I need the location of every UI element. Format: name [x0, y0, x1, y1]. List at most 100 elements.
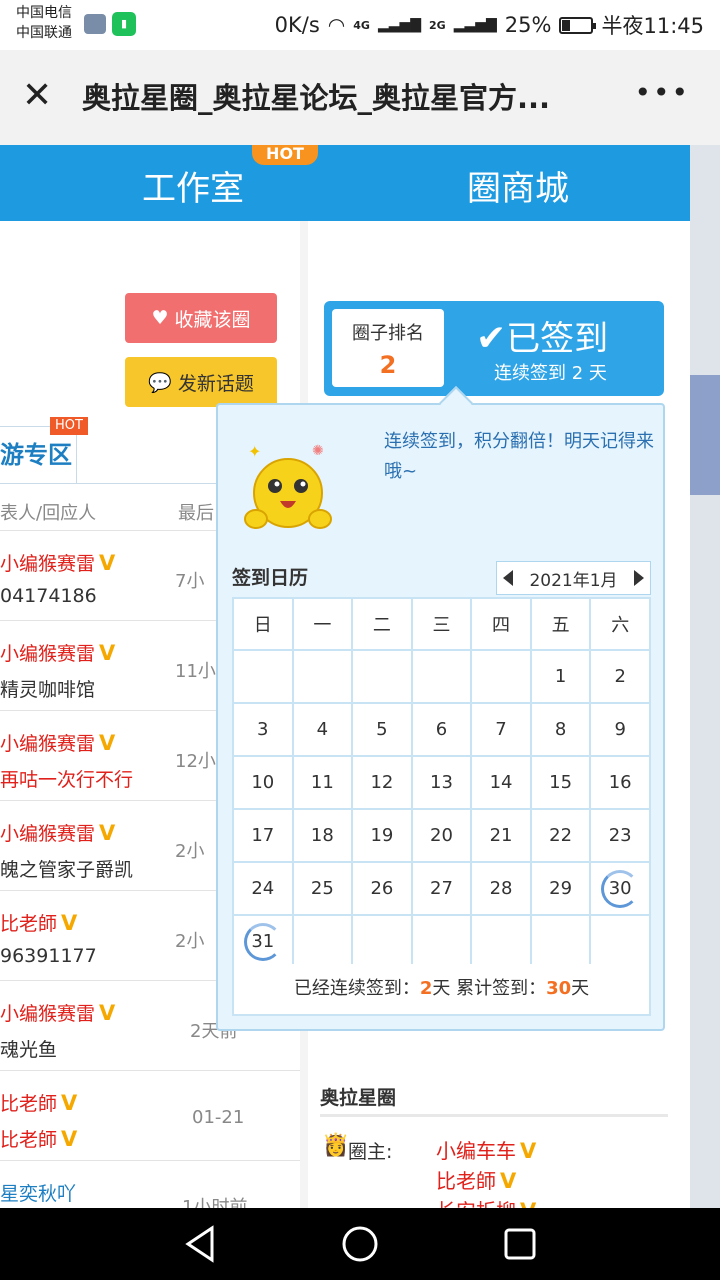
calendar-day[interactable]: 12	[351, 755, 413, 810]
calendar-day[interactable]: 6	[410, 702, 473, 757]
iqiyi-icon: ▮	[112, 12, 136, 36]
calendar-empty-cell	[291, 649, 354, 704]
rank-label: 圈子排名	[352, 323, 424, 344]
author-name: 小编猴赛雷 V	[0, 821, 116, 845]
day-number: 1	[554, 666, 567, 687]
signal-icon-2: ▂▃▅▇	[453, 17, 497, 33]
calendar-day[interactable]: 7	[470, 702, 532, 757]
day-number: 2	[614, 666, 626, 687]
new-topic-label: 发新话题	[177, 372, 254, 395]
calendar-day[interactable]: 4	[291, 702, 354, 757]
day-number: 20	[430, 825, 453, 846]
page-title: 奥拉星圈_奥拉星论坛_奥拉星官方...	[82, 81, 551, 115]
day-number: 10	[251, 772, 275, 793]
day-number: 14	[489, 772, 513, 793]
calendar-day[interactable]: 2	[589, 649, 651, 704]
sign-in-summary: 已经连续签到：2天 累计签到：30天	[232, 964, 651, 1016]
calendar-day[interactable]: 26	[351, 861, 413, 916]
calendar-day[interactable]: 29	[529, 861, 592, 916]
calendar-day[interactable]: 18	[291, 808, 354, 863]
topic-sub: 魂光鱼	[0, 1039, 58, 1061]
nav-circle-shop[interactable]: 圈商城	[467, 161, 569, 210]
recents-icon[interactable]	[502, 1224, 538, 1264]
next-month-icon[interactable]	[634, 570, 644, 586]
home-icon[interactable]	[340, 1224, 380, 1264]
calendar-day[interactable]: 25	[291, 861, 354, 916]
calendar-day[interactable]: 30	[589, 861, 651, 916]
signal-icon-1: ▂▃▅▇	[377, 17, 422, 33]
calendar-day[interactable]: 24	[232, 861, 294, 916]
favorite-circle-button[interactable]: ♥ 收藏该圈	[125, 293, 277, 343]
calendar-day[interactable]: 20	[410, 808, 473, 863]
vip-badge: V	[99, 1001, 116, 1025]
calendar-day[interactable]: 16	[589, 755, 651, 810]
hot-badge: HOT	[252, 145, 318, 165]
calendar-day[interactable]: 17	[232, 808, 294, 863]
day-number: 11	[310, 772, 334, 793]
author-name: 小编猴赛雷 V	[0, 551, 116, 575]
calendar-day[interactable]: 8	[529, 702, 592, 757]
day-number: 27	[430, 878, 453, 899]
table-row[interactable]: 比老師 V 比老師 V 01-21	[0, 1070, 300, 1160]
day-number: 4	[316, 719, 329, 740]
status-bar: 中国电信 中国联通 ▮ 0K/s ◠ 4G ▂▃▅▇ 2G ▂▃▅▇ 25% 半…	[0, 0, 720, 50]
author-name: 星奕秋吖	[0, 1183, 77, 1205]
summary-suffix: 天	[571, 978, 590, 999]
close-icon[interactable]: ✕	[22, 74, 52, 118]
day-number: 8	[554, 719, 567, 740]
calendar-day[interactable]: 15	[529, 755, 592, 810]
summary-mid: 天 累计签到：	[432, 978, 547, 999]
column-header-author: 表人/回应人	[0, 503, 97, 524]
calendar-day[interactable]: 22	[529, 808, 592, 863]
zone-hot-badge: HOT	[50, 417, 88, 435]
calendar-day[interactable]: 27	[410, 861, 473, 916]
topic-sub: 精灵咖啡馆	[0, 679, 96, 701]
battery-percent: 25%	[504, 13, 552, 37]
nav-studio[interactable]: 工作室	[142, 161, 244, 210]
calendar-day[interactable]: 28	[470, 861, 532, 916]
topic-sub: 比老師 V	[0, 1127, 78, 1151]
author-name: 小编猴赛雷 V	[0, 641, 116, 665]
streak-text: 连续签到 2 天	[494, 363, 607, 384]
calendar-day[interactable]: 3	[232, 702, 294, 757]
prev-month-icon[interactable]	[503, 570, 513, 586]
calendar-day[interactable]: 23	[589, 808, 651, 863]
circle-rank-box: 圈子排名 2	[332, 309, 444, 387]
calendar-day[interactable]: 11	[291, 755, 354, 810]
day-number: 18	[310, 825, 334, 846]
author-name: 比老師 V	[0, 911, 78, 935]
calendar-day[interactable]: 14	[470, 755, 532, 810]
calendar-empty-cell	[410, 649, 473, 704]
day-number: 9	[614, 719, 626, 740]
calendar-day[interactable]: 19	[351, 808, 413, 863]
owner-avatar-icon: 👸	[322, 1133, 350, 1158]
day-number: 25	[310, 878, 334, 899]
calendar-day[interactable]: 10	[232, 755, 294, 810]
vip-badge: V	[61, 1091, 78, 1115]
carrier-2: 中国联通	[16, 25, 72, 41]
day-number: 29	[549, 878, 573, 899]
more-options-icon[interactable]: •••	[634, 76, 690, 109]
owner-label: 圈主:	[348, 1141, 393, 1163]
calendar-day[interactable]: 1	[529, 649, 592, 704]
calendar-day[interactable]: 21	[470, 808, 532, 863]
calendar-day[interactable]: 31	[232, 914, 294, 969]
weekday-header: 二	[351, 597, 413, 651]
calendar-day[interactable]: 13	[410, 755, 473, 810]
day-number: 31	[251, 931, 275, 952]
battery-icon	[559, 16, 597, 34]
vip-badge: V	[99, 821, 116, 845]
calendar-day[interactable]: 5	[351, 702, 413, 757]
back-icon[interactable]	[182, 1224, 218, 1264]
sign-in-panel[interactable]: 圈子排名 2 ✔已签到 连续签到 2 天	[324, 301, 664, 396]
day-number: 12	[370, 772, 394, 793]
calendar-day[interactable]: 9	[589, 702, 651, 757]
calendar-empty-cell	[410, 914, 473, 969]
day-number: 22	[549, 825, 573, 846]
last-time: 2小	[175, 931, 205, 952]
divider	[320, 1114, 668, 1117]
new-topic-button[interactable]: 💬 发新话题	[125, 357, 277, 407]
calendar-empty-cell	[351, 649, 413, 704]
summary-total: 30	[546, 978, 572, 999]
month-selector: 2021年1月	[496, 561, 651, 595]
